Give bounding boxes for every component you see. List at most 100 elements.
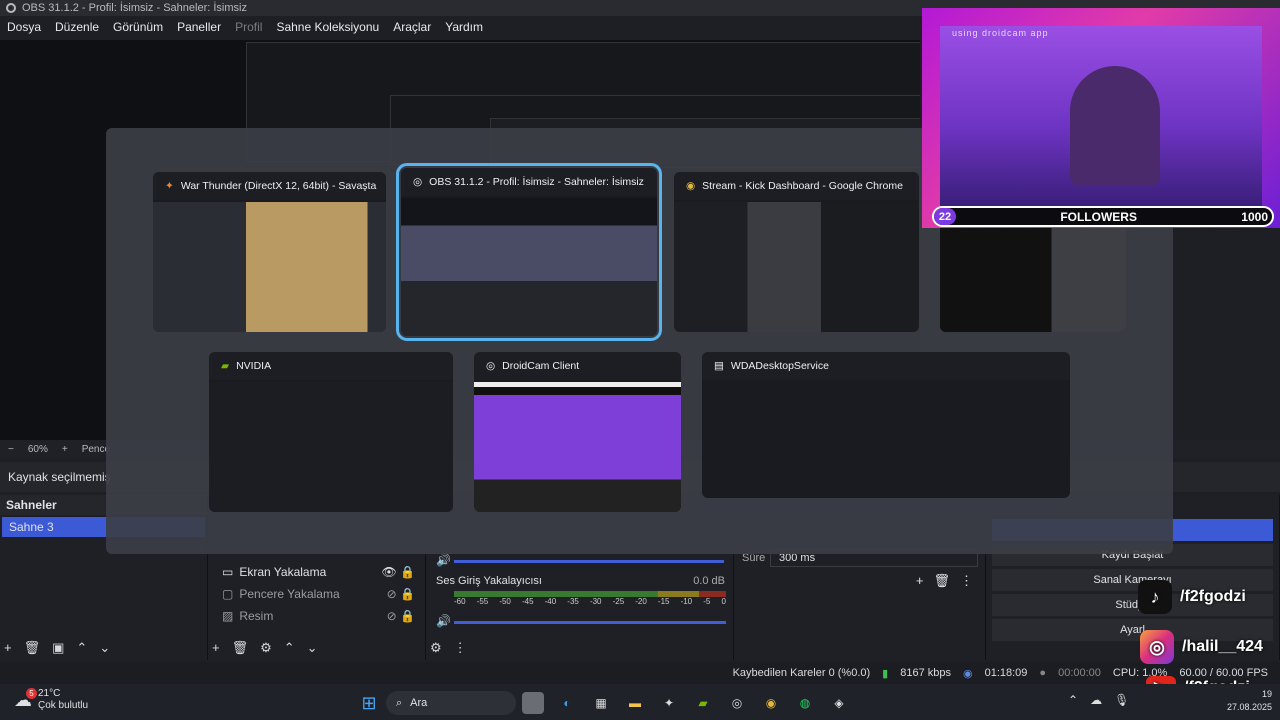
- followers-label: FOLLOWERS: [1060, 209, 1137, 224]
- window-title: NVIDIA: [236, 360, 272, 372]
- source-row[interactable]: ▨ Resim ⊘ 🔒: [208, 605, 425, 627]
- onedrive-icon[interactable]: ☁: [1090, 693, 1102, 707]
- zoom-level: 60%: [27, 443, 48, 455]
- switcher-window-war-thunder[interactable]: ✦ War Thunder (DirectX 12, 64bit) - Savaş…: [153, 172, 386, 332]
- window-thumbnail: [401, 198, 657, 336]
- meter-ticks: -60 -55 -50 -45 -40 -35 -30 -25 -20 -15 -10 -5 0: [454, 597, 726, 606]
- menu-profil[interactable]: Profil: [235, 20, 262, 34]
- instagram-handle: ◎ /halil__424: [1140, 630, 1263, 664]
- dropped-frames: Kaybedilen Kareler 0 (%0.0): [732, 667, 871, 679]
- task-view-icon[interactable]: [522, 692, 544, 714]
- nvidia-icon[interactable]: ▰: [692, 692, 714, 714]
- chevron-up-icon[interactable]: ⌃: [284, 640, 295, 656]
- monitor-icon: ▭: [222, 565, 234, 579]
- windows-start-icon[interactable]: ⊞: [358, 692, 380, 714]
- eye-hidden-icon[interactable]: ⊘ 🔒: [387, 587, 415, 601]
- webcam-feed: using droidcam app: [940, 26, 1262, 206]
- source-row[interactable]: ▢ Pencere Yakalama ⊘ 🔒: [208, 583, 425, 605]
- scenes-toolbar: + 🗑 ▣ ⌃ ⌄: [4, 640, 110, 656]
- folder-icon[interactable]: ▬: [624, 692, 646, 714]
- filter-icon[interactable]: ▣: [52, 640, 64, 656]
- menu-bar: Dosya Düzenle Görünüm Paneller Profil Sa…: [0, 16, 920, 38]
- gear-icon[interactable]: ⚙: [430, 640, 442, 656]
- menu-gorunum[interactable]: Görünüm: [113, 20, 163, 34]
- switcher-window-wda[interactable]: ▤ WDADesktopService: [702, 352, 1070, 498]
- window-title: OBS 31.1.2 - Profil: İsimsiz - Sahneler:…: [429, 176, 644, 188]
- menu-duzenle[interactable]: Düzenle: [55, 20, 99, 34]
- trash-icon[interactable]: 🗑: [933, 573, 950, 589]
- chevron-up-icon[interactable]: ⌃: [1068, 693, 1078, 707]
- weather-widget[interactable]: ☁ 5 21°C Çok bulutlu: [14, 687, 89, 712]
- source-label: Resim: [239, 609, 274, 623]
- volume-slider-2[interactable]: [454, 621, 726, 624]
- mixer-toolbar: ⚙ ⋮: [430, 640, 467, 656]
- instagram-icon: ◎: [1140, 630, 1174, 664]
- trash-icon[interactable]: 🗑: [24, 640, 41, 656]
- webcam-overlay: using droidcam app: [922, 8, 1280, 228]
- war-thunder-icon[interactable]: ✦: [658, 692, 680, 714]
- followers-goal: 1000: [1241, 209, 1268, 224]
- eye-hidden-icon[interactable]: ⊘ 🔒: [387, 609, 415, 623]
- add-icon[interactable]: +: [4, 640, 12, 656]
- volume-slider-1[interactable]: [454, 560, 724, 563]
- stream-icon: ◉: [962, 667, 973, 680]
- person-silhouette: [1070, 66, 1160, 186]
- window-icon: ▢: [222, 587, 234, 601]
- tiktok-icon: ♪: [1138, 580, 1172, 614]
- zoom-out-button[interactable]: −: [8, 444, 14, 455]
- trash-icon[interactable]: 🗑: [232, 640, 249, 656]
- switcher-window-nvidia[interactable]: ▰ NVIDIA: [209, 352, 453, 512]
- zoom-in-button[interactable]: +: [62, 444, 68, 455]
- stream-time: 01:18:09: [984, 667, 1028, 679]
- more-icon[interactable]: ⋮: [454, 640, 467, 656]
- source-label: Pencere Yakalama: [239, 587, 340, 601]
- add-icon[interactable]: +: [212, 640, 220, 656]
- switcher-window-obs[interactable]: ◎ OBS 31.1.2 - Profil: İsimsiz - Sahneler…: [396, 163, 662, 341]
- chevron-down-icon[interactable]: ⌄: [307, 640, 318, 656]
- store-icon[interactable]: ▦: [590, 692, 612, 714]
- switcher-window-droidcam[interactable]: ◎ DroidCam Client: [474, 352, 681, 512]
- spotify-icon[interactable]: ◍: [794, 692, 816, 714]
- menu-dosya[interactable]: Dosya: [7, 20, 41, 34]
- bitrate: 8167 kbps: [900, 667, 951, 679]
- edge-icon[interactable]: ◐: [556, 692, 578, 714]
- volume-icon[interactable]: 🔊: [436, 553, 451, 567]
- sources-toolbar: + 🗑 ⚙ ⌃ ⌄: [212, 640, 318, 656]
- microphone-icon[interactable]: 🎙: [1114, 693, 1129, 707]
- windows-taskbar: ☁ 5 21°C Çok bulutlu ⊞ ⌕ Ara ◐ ▦ ▬ ✦ ▰ ◎ …: [0, 684, 1280, 720]
- switcher-window-spotify[interactable]: [940, 224, 1126, 332]
- more-icon[interactable]: ⋮: [960, 573, 973, 589]
- chrome-icon[interactable]: ◉: [760, 692, 782, 714]
- mixer-db: 0.0 dB: [693, 575, 725, 587]
- weather-desc: Çok bulutlu: [38, 700, 89, 711]
- menu-yardim[interactable]: Yardım: [445, 20, 483, 34]
- droidcam-icon: ◎: [486, 360, 496, 372]
- app-window-icon: ▤: [714, 360, 724, 372]
- chrome-icon: ◉: [686, 180, 696, 192]
- eye-icon[interactable]: 👁 🔒: [381, 565, 415, 579]
- window-title: Stream - Kick Dashboard - Google Chrome: [702, 180, 903, 192]
- obs-icon[interactable]: ◈: [828, 692, 850, 714]
- add-icon[interactable]: +: [916, 573, 924, 589]
- window-thumbnail: [474, 382, 681, 512]
- window-thumbnail: [209, 382, 453, 512]
- droidcam-icon[interactable]: ◎: [726, 692, 748, 714]
- obs-icon: [6, 3, 16, 13]
- menu-araclar[interactable]: Araçlar: [393, 20, 431, 34]
- clock[interactable]: 19 27.08.2025: [1227, 688, 1272, 714]
- date: 27.08.2025: [1226, 702, 1272, 712]
- war-thunder-icon: ✦: [165, 180, 174, 192]
- menu-sahne-koleksiyonu[interactable]: Sahne Koleksiyonu: [276, 20, 379, 34]
- chevron-up-icon[interactable]: ⌃: [76, 640, 87, 656]
- window-thumbnail: [153, 202, 386, 332]
- search-placeholder: Ara: [410, 697, 428, 709]
- window-title: OBS 31.1.2 - Profil: İsimsiz - Sahneler:…: [22, 2, 247, 14]
- volume-icon[interactable]: 🔊: [436, 614, 451, 628]
- chevron-down-icon[interactable]: ⌄: [99, 640, 110, 656]
- gear-icon[interactable]: ⚙: [260, 640, 272, 656]
- menu-paneller[interactable]: Paneller: [177, 20, 221, 34]
- switcher-window-chrome[interactable]: ◉ Stream - Kick Dashboard - Google Chrome: [674, 172, 919, 332]
- source-row[interactable]: ▭ Ekran Yakalama 👁 🔒: [208, 561, 425, 583]
- search-box[interactable]: ⌕ Ara: [386, 691, 516, 715]
- search-icon: ⌕: [396, 696, 403, 709]
